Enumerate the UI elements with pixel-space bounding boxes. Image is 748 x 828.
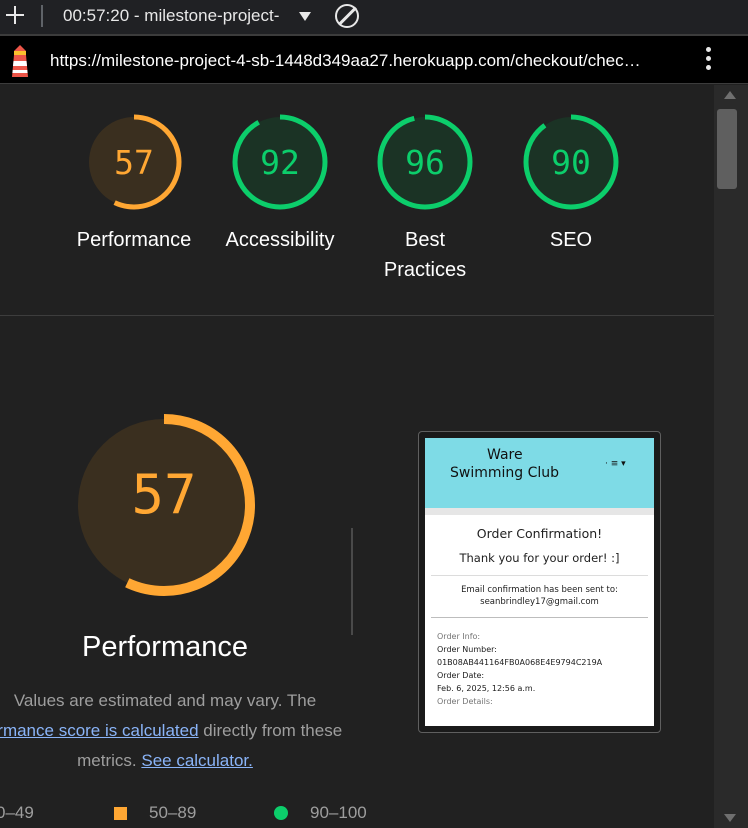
preview-header: Ware Swimming Club · ≡ ▾ — [425, 438, 654, 508]
block-icon[interactable] — [335, 4, 359, 28]
vertical-scrollbar[interactable] — [714, 85, 748, 828]
url-text[interactable]: https://milestone-project-4-sb-1448d349a… — [50, 51, 680, 71]
preview-order-number: 01B08AB441164FB0A068E4E9794C219A — [437, 658, 603, 667]
performance-score-large: 57 — [131, 463, 197, 526]
gauge-label: Best Practices — [383, 229, 467, 281]
preview-brand: Ware Swimming Club — [450, 446, 559, 482]
screenshot-page: Ware Swimming Club · ≡ ▾ Order Confirmat… — [425, 438, 654, 726]
report-title[interactable]: 00:57:20 - milestone-project- — [63, 6, 279, 26]
preview-order-info: Order Info: Order Number: 01B08AB441164F… — [429, 630, 650, 708]
gauge-label: Performance — [76, 229, 192, 251]
scrollbar-thumb[interactable] — [717, 109, 737, 189]
preview-order-info-label: Order Info: — [437, 632, 481, 641]
preview-order-date: Feb. 6, 2025, 12:56 a.m. — [437, 684, 536, 693]
gauge-score: 96 — [405, 143, 445, 182]
gauge-label: SEO — [549, 229, 593, 251]
gauge-best-practices[interactable]: 96 Best Practices — [365, 113, 485, 285]
vertical-divider — [351, 528, 353, 635]
average-square-icon — [114, 806, 127, 820]
performance-heading: Performance — [81, 631, 248, 663]
preview-band — [425, 508, 654, 515]
preview-brand-line2: Swimming Club — [450, 465, 560, 481]
gauge-score: 57 — [114, 143, 154, 182]
score-calculated-link[interactable]: ormance score is calculated — [0, 721, 199, 740]
gauge-label: Accessibility — [225, 229, 335, 251]
legend-pass: 90–100 — [274, 803, 367, 823]
preview-thanks: Thank you for your order! :] — [459, 551, 620, 565]
kebab-menu-icon[interactable] — [704, 47, 712, 73]
chevron-down-icon[interactable] — [299, 12, 311, 21]
scroll-up-arrow-icon[interactable] — [724, 91, 736, 99]
legend-average-label: 50–89 — [149, 803, 197, 822]
url-bar: https://milestone-project-4-sb-1448d349a… — [0, 34, 748, 84]
legend-fail-label: 0–49 — [0, 803, 34, 822]
lighthouse-icon — [12, 45, 28, 77]
gauge-accessibility[interactable]: 92 Accessibility — [220, 113, 340, 255]
toolbar-separator — [41, 5, 43, 27]
page-screenshot-preview[interactable]: Ware Swimming Club · ≡ ▾ Order Confirmat… — [418, 431, 661, 733]
performance-description: Values are estimated and may vary. The o… — [0, 686, 350, 776]
legend-average: 50–89 — [114, 803, 196, 823]
gauge-seo[interactable]: 90 SEO — [511, 113, 631, 255]
preview-order-details-label: Order Details: — [437, 697, 493, 706]
preview-card: Order Confirmation! Thank you for your o… — [425, 526, 654, 708]
plus-icon[interactable] — [4, 4, 26, 26]
legend-pass-label: 90–100 — [310, 803, 367, 822]
preview-rule-2 — [431, 617, 648, 618]
desc-prefix: Values are estimated and may vary. The — [13, 691, 317, 710]
preview-order-number-label: Order Number: — [437, 645, 497, 654]
report-content: 57 Performance 92 Accessibility 96 Best Pract… — [0, 85, 714, 828]
section-divider — [0, 315, 714, 316]
scroll-down-arrow-icon[interactable] — [724, 814, 736, 822]
preview-order-date-label: Order Date: — [437, 671, 485, 680]
see-calculator-link[interactable]: See calculator. — [141, 751, 253, 770]
pass-circle-icon — [274, 806, 288, 820]
preview-rule — [431, 575, 648, 576]
preview-heading: Order Confirmation! — [476, 526, 603, 541]
browser-toolbar: 00:57:20 - milestone-project- — [0, 0, 748, 34]
preview-email: Email confirmation has been sent to: sea… — [429, 584, 650, 608]
gauge-score: 92 — [260, 143, 300, 182]
preview-email-line2: seanbrindley17@gmail.com — [480, 597, 599, 607]
gauge-score: 90 — [551, 143, 591, 182]
legend-fail: 0–49 — [0, 803, 34, 823]
preview-brand-line1: Ware — [487, 447, 523, 463]
preview-email-line1: Email confirmation has been sent to: — [461, 585, 618, 595]
gauge-performance[interactable]: 57 Performance — [74, 113, 194, 255]
preview-menu-icon: · ≡ ▾ — [605, 459, 626, 469]
